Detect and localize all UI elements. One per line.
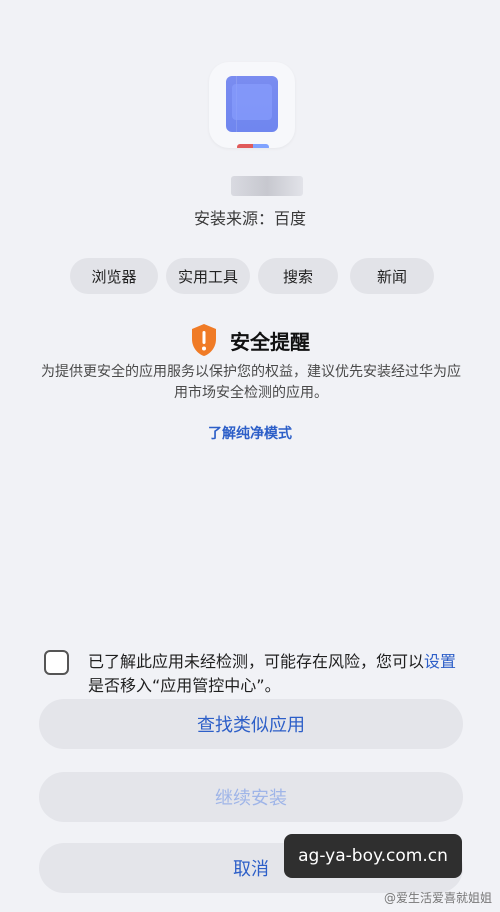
learn-pure-mode-link[interactable]: 了解纯净模式: [0, 423, 500, 443]
security-notice-header: 安全提醒: [190, 322, 310, 358]
warning-shield-icon: [192, 324, 216, 356]
continue-install-button[interactable]: 继续安装: [39, 772, 463, 822]
risk-consent-text: 已了解此应用未经检测，可能存在风险，您可以设置是否移入“应用管控中心”。: [88, 650, 468, 698]
app-icon: [209, 62, 295, 148]
app-icon-tag: [237, 144, 269, 148]
tag-search: 搜索: [258, 258, 338, 294]
consent-text-part2: 是否移入“应用管控中心”。: [88, 676, 281, 695]
settings-link[interactable]: 设置: [424, 652, 456, 671]
install-source: 安装来源：百度: [193, 209, 306, 228]
category-tags: 浏览器 实用工具 搜索 新闻: [70, 258, 440, 294]
app-name-blurred: [231, 176, 303, 196]
find-similar-apps-button[interactable]: 查找类似应用: [39, 699, 463, 749]
consent-text-part1: 已了解此应用未经检测，可能存在风险，您可以: [88, 652, 425, 671]
tag-news: 新闻: [350, 258, 434, 294]
tag-utilities: 实用工具: [166, 258, 250, 294]
security-notice-title: 安全提醒: [230, 329, 310, 354]
footer-watermark: @爱生活爱喜就姐姐: [383, 891, 492, 905]
security-notice-text: 为提供更安全的应用服务以保护您的权益，建议优先安装经过华为应用市场安全检测的应用…: [41, 364, 461, 401]
app-icon-image-blurred: [226, 76, 278, 132]
tag-browser: 浏览器: [70, 258, 158, 294]
risk-consent-checkbox[interactable]: [44, 650, 69, 675]
watermark-overlay: ag-ya-boy.com.cn: [284, 834, 462, 878]
